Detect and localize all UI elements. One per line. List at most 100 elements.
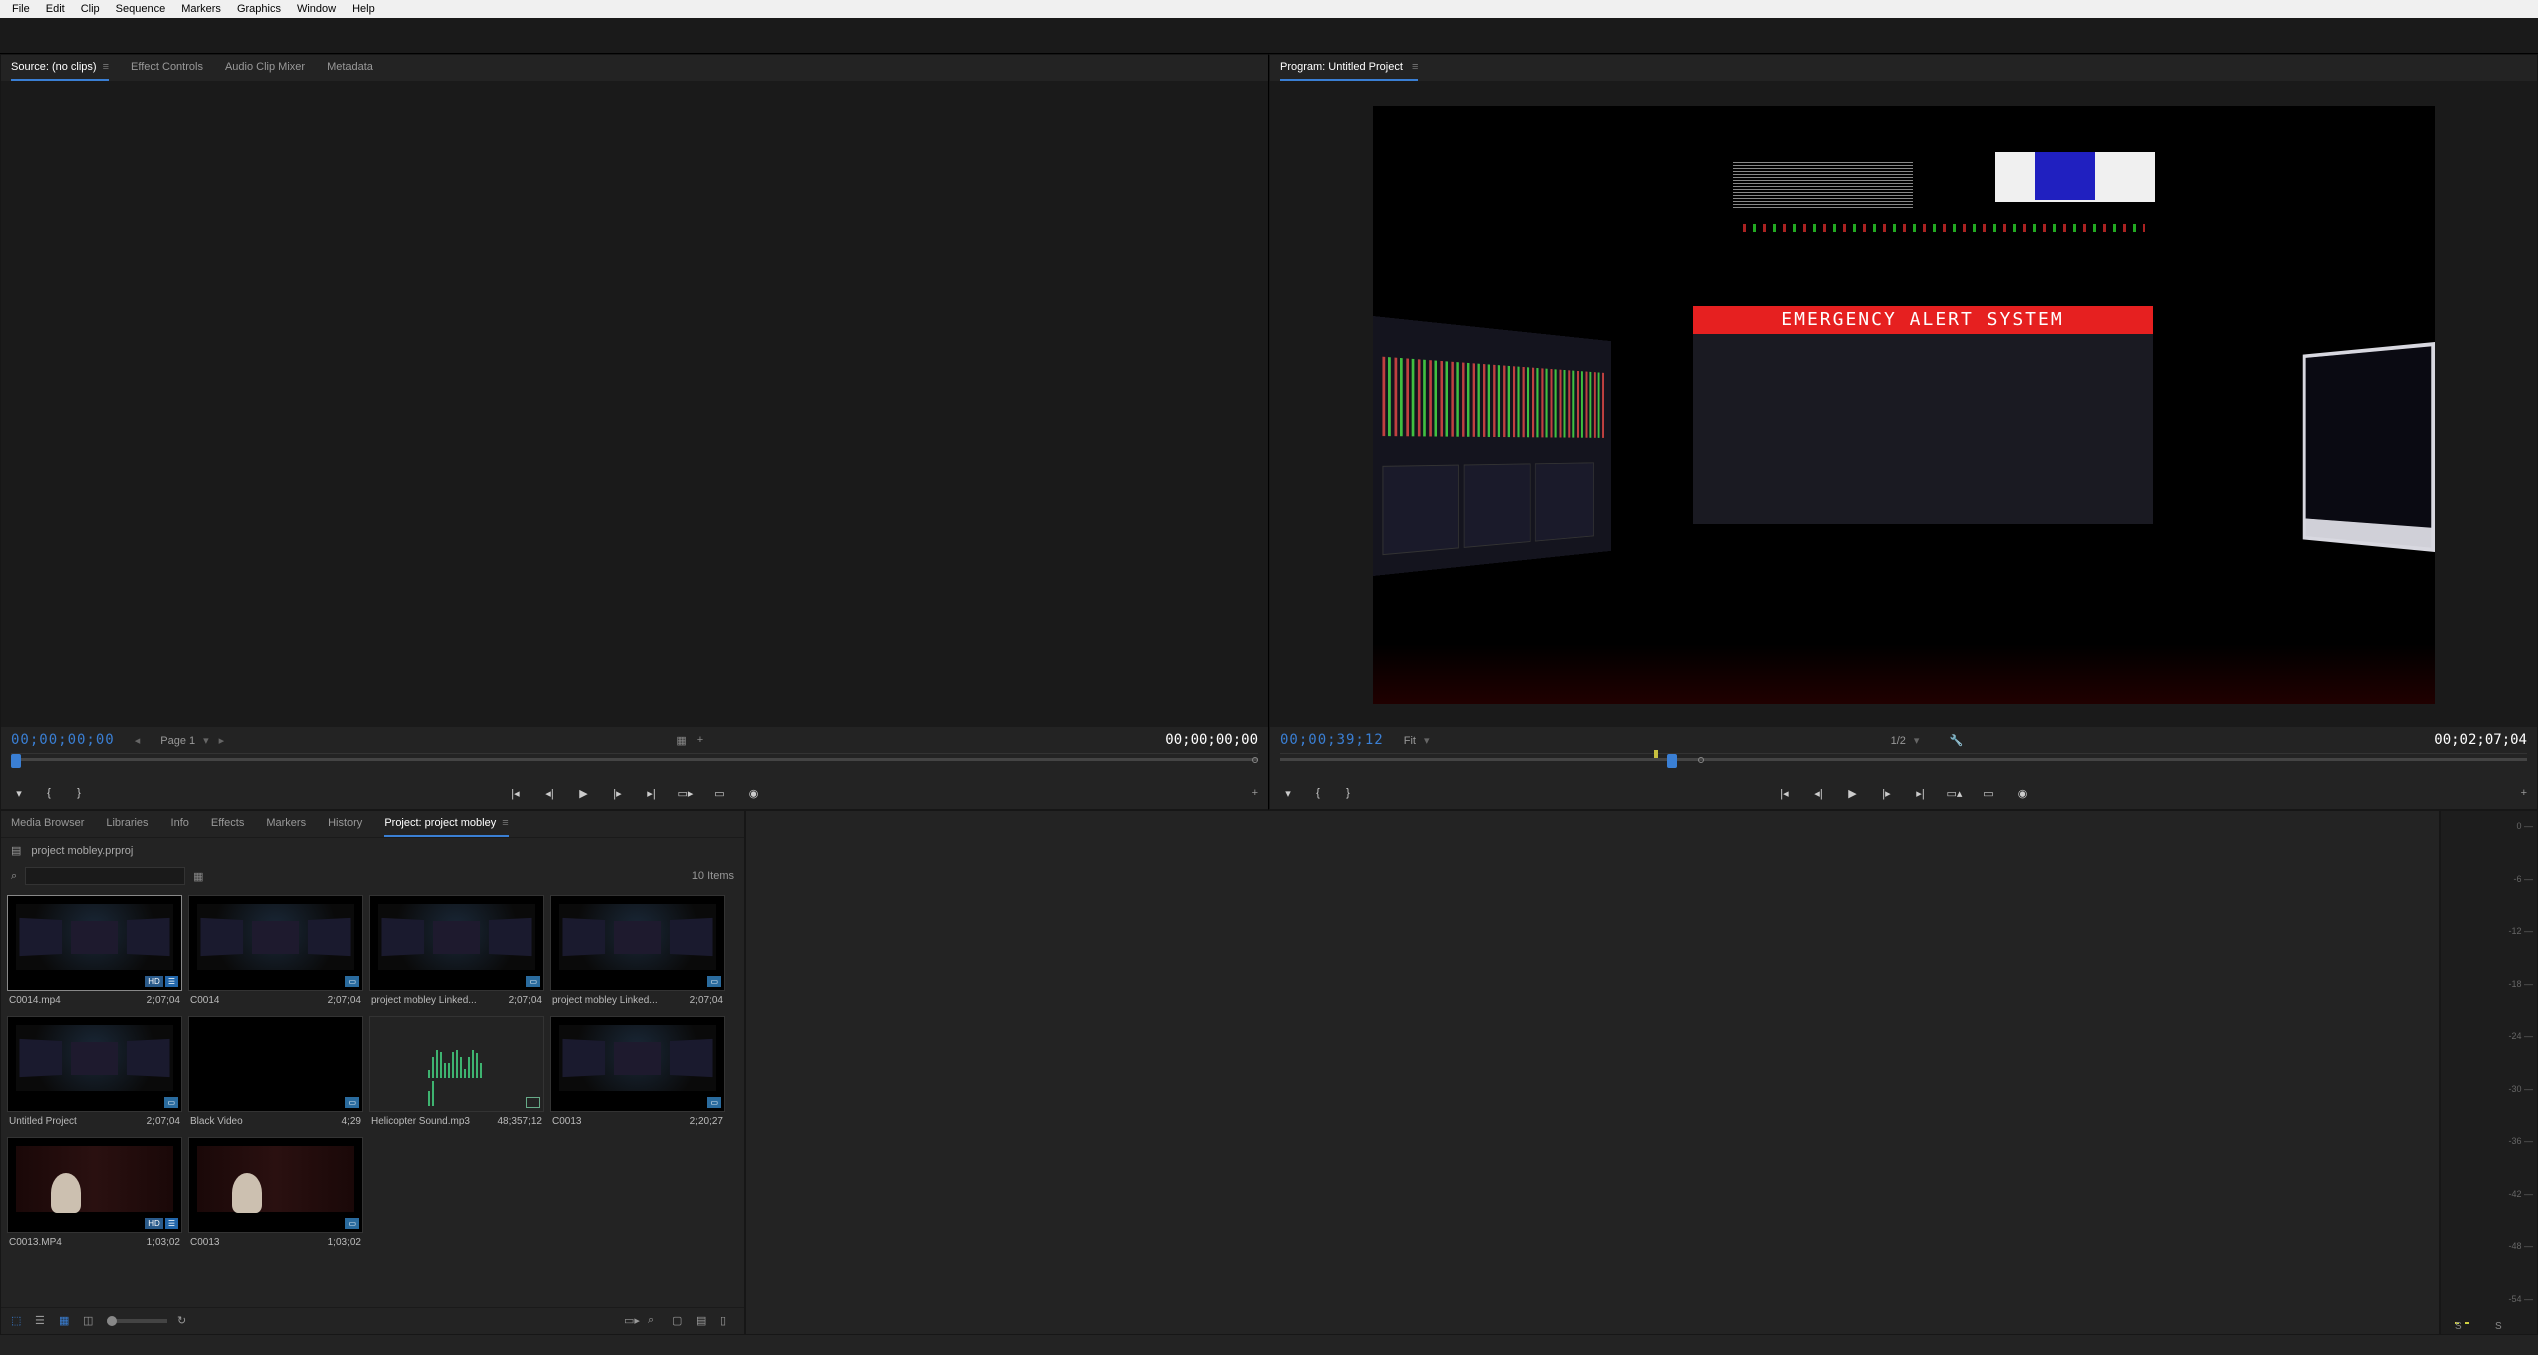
- clip-item[interactable]: ▭Untitled Project2;07;04: [7, 1016, 182, 1131]
- tab-source-no-clips-[interactable]: Source: (no clips)≡: [11, 61, 109, 81]
- clip-thumbnail[interactable]: ▭: [188, 1137, 363, 1233]
- clip-thumbnail[interactable]: HD☰: [7, 1137, 182, 1233]
- lift-icon[interactable]: ▭▴: [1947, 785, 1963, 801]
- search-input[interactable]: [25, 867, 185, 885]
- clip-thumbnail[interactable]: ▭: [550, 895, 725, 991]
- filter-bin-icon[interactable]: ▦: [193, 870, 203, 883]
- menu-sequence[interactable]: Sequence: [108, 3, 174, 15]
- play-icon[interactable]: ▶: [1845, 785, 1861, 801]
- source-plus-icon[interactable]: +: [697, 734, 703, 746]
- step-forward-icon[interactable]: |▸: [610, 785, 626, 801]
- tab-markers[interactable]: Markers: [266, 817, 306, 837]
- tab-history[interactable]: History: [328, 817, 362, 837]
- find-icon[interactable]: ⌕: [648, 1314, 662, 1328]
- mark-out-icon[interactable]: }: [71, 785, 87, 801]
- source-monitor[interactable]: [1, 82, 1268, 727]
- clip-item[interactable]: HD☰C0013.MP41;03;02: [7, 1137, 182, 1252]
- menu-clip[interactable]: Clip: [73, 3, 108, 15]
- clip-item[interactable]: ▭Black Video4;29: [188, 1016, 363, 1131]
- step-back-icon[interactable]: ◂|: [1811, 785, 1827, 801]
- panel-menu-icon[interactable]: ≡: [103, 61, 109, 73]
- source-timecode-in[interactable]: 00;00;00;00: [11, 732, 115, 748]
- program-zoom-select[interactable]: Fit: [1404, 734, 1430, 747]
- program-timecode-current[interactable]: 00;00;39;12: [1280, 732, 1384, 748]
- solo-label-left[interactable]: S: [2455, 1321, 2462, 1332]
- clip-thumbnail[interactable]: HD☰: [7, 895, 182, 991]
- clip-thumbnail[interactable]: ▭: [369, 895, 544, 991]
- tab-effects[interactable]: Effects: [211, 817, 244, 837]
- program-resolution-select[interactable]: 1/2: [1891, 734, 1920, 747]
- list-view-icon[interactable]: ☰: [35, 1314, 49, 1328]
- mark-in-icon[interactable]: {: [41, 785, 57, 801]
- add-marker-icon[interactable]: ▾: [1280, 785, 1296, 801]
- source-playhead[interactable]: [11, 754, 21, 768]
- tab-project-project-mobley[interactable]: Project: project mobley≡: [384, 817, 508, 837]
- grid-icon[interactable]: ▦: [676, 734, 686, 747]
- tab-audio-clip-mixer[interactable]: Audio Clip Mixer: [225, 61, 305, 81]
- clip-thumbnail[interactable]: ▭: [188, 1016, 363, 1112]
- go-to-in-icon[interactable]: |◂: [1777, 785, 1793, 801]
- next-page-icon[interactable]: ▸: [219, 734, 225, 747]
- tab-metadata[interactable]: Metadata: [327, 61, 373, 81]
- new-bin-icon[interactable]: ▢: [672, 1314, 686, 1328]
- step-forward-icon[interactable]: |▸: [1879, 785, 1895, 801]
- source-mini-timeline[interactable]: [11, 753, 1258, 777]
- new-item-icon[interactable]: ▤: [696, 1314, 710, 1328]
- menu-help[interactable]: Help: [344, 3, 383, 15]
- clip-item[interactable]: ▭project mobley Linked...2;07;04: [550, 895, 725, 1010]
- marker-icon[interactable]: [1654, 750, 1658, 758]
- mark-in-icon[interactable]: {: [1310, 785, 1326, 801]
- export-frame-icon[interactable]: ◉: [746, 785, 762, 801]
- menu-file[interactable]: File: [4, 3, 38, 15]
- sort-icon[interactable]: ↻: [177, 1314, 191, 1328]
- insert-icon[interactable]: ▭▸: [678, 785, 694, 801]
- clip-item[interactable]: ▭C00142;07;04: [188, 895, 363, 1010]
- go-to-out-icon[interactable]: ▸|: [1913, 785, 1929, 801]
- go-to-out-icon[interactable]: ▸|: [644, 785, 660, 801]
- button-editor-icon[interactable]: +: [2521, 787, 2527, 799]
- clip-thumbnail[interactable]: ▭: [7, 1016, 182, 1112]
- automate-icon[interactable]: ▭▸: [624, 1314, 638, 1328]
- lock-icon[interactable]: ⬚: [11, 1314, 25, 1328]
- add-marker-icon[interactable]: ▾: [11, 785, 27, 801]
- delete-icon[interactable]: ▯: [720, 1314, 734, 1328]
- project-grid[interactable]: HD☰C0014.mp42;07;04▭C00142;07;04▭project…: [1, 889, 744, 1307]
- play-icon[interactable]: ▶: [576, 785, 592, 801]
- clip-item[interactable]: HD☰C0014.mp42;07;04: [7, 895, 182, 1010]
- menu-graphics[interactable]: Graphics: [229, 3, 289, 15]
- menu-markers[interactable]: Markers: [173, 3, 229, 15]
- go-to-in-icon[interactable]: |◂: [508, 785, 524, 801]
- zoom-slider[interactable]: [107, 1319, 167, 1323]
- clip-thumbnail[interactable]: [369, 1016, 544, 1112]
- close-icon[interactable]: ≡: [1412, 61, 1418, 73]
- mark-out-icon[interactable]: }: [1340, 785, 1356, 801]
- icon-view-icon[interactable]: ▦: [59, 1314, 73, 1328]
- tab-media-browser[interactable]: Media Browser: [11, 817, 84, 837]
- button-editor-icon[interactable]: +: [1252, 787, 1258, 799]
- tab-program[interactable]: Program: Untitled Project ≡: [1280, 61, 1418, 81]
- prev-page-icon[interactable]: ◂: [135, 734, 141, 747]
- clip-thumbnail[interactable]: ▭: [188, 895, 363, 991]
- overwrite-icon[interactable]: ▭: [712, 785, 728, 801]
- settings-icon[interactable]: 🔧: [1949, 734, 1963, 747]
- panel-menu-icon[interactable]: ≡: [502, 817, 508, 829]
- tab-effect-controls[interactable]: Effect Controls: [131, 61, 203, 81]
- menu-edit[interactable]: Edit: [38, 3, 73, 15]
- step-back-icon[interactable]: ◂|: [542, 785, 558, 801]
- tab-info[interactable]: Info: [171, 817, 189, 837]
- menu-window[interactable]: Window: [289, 3, 344, 15]
- clip-item[interactable]: ▭C00131;03;02: [188, 1137, 363, 1252]
- clip-item[interactable]: Helicopter Sound.mp348;357;12: [369, 1016, 544, 1131]
- program-monitor[interactable]: EMERGENCY ALERT SYSTEM: [1270, 82, 2537, 727]
- clip-thumbnail[interactable]: ▭: [550, 1016, 725, 1112]
- timeline-panel[interactable]: [745, 810, 2440, 1335]
- solo-label-right[interactable]: S: [2495, 1321, 2502, 1332]
- program-mini-timeline[interactable]: [1280, 753, 2527, 777]
- clip-item[interactable]: ▭project mobley Linked...2;07;04: [369, 895, 544, 1010]
- source-page-select[interactable]: Page 1: [160, 734, 208, 747]
- export-frame-icon[interactable]: ◉: [2015, 785, 2031, 801]
- tab-libraries[interactable]: Libraries: [106, 817, 148, 837]
- freeform-view-icon[interactable]: ◫: [83, 1314, 97, 1328]
- extract-icon[interactable]: ▭: [1981, 785, 1997, 801]
- program-playhead[interactable]: [1667, 754, 1677, 768]
